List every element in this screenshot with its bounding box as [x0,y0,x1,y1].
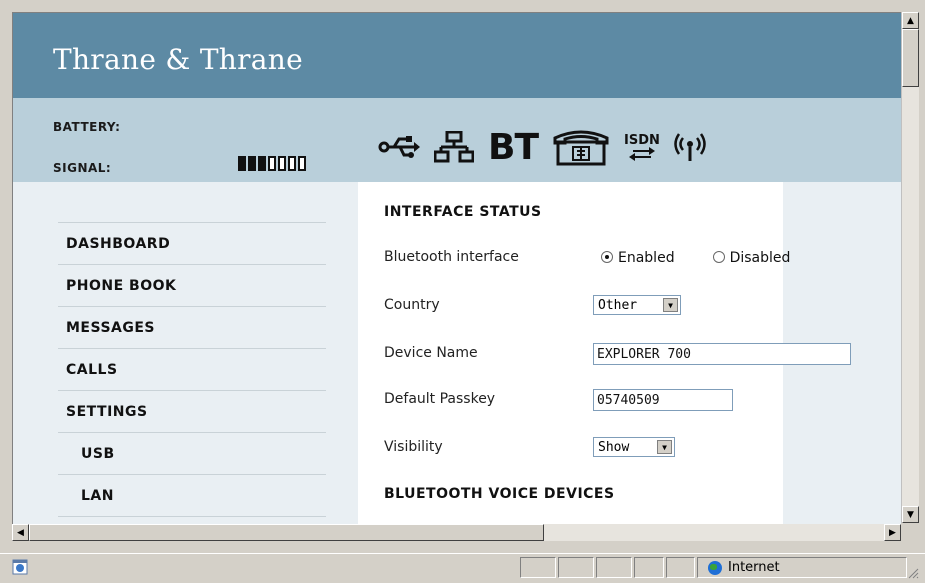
nav-item-label: USB [81,445,115,462]
wlan-icon [674,131,706,163]
nav-item-label: DASHBOARD [66,235,171,252]
vertical-scroll-thumb[interactable] [902,29,919,87]
web-page: Thrane & Thrane BATTERY: SIGNAL: BT ISDN… [13,13,901,524]
nav-item-calls[interactable]: CALLS [58,348,326,390]
nav-item-settings[interactable]: SETTINGS [58,390,326,432]
usb-icon [378,134,420,160]
battery-label: BATTERY: [53,120,121,134]
chevron-down-icon: ▼ [663,298,678,312]
signal-bar [268,156,276,171]
page-icon [12,559,28,575]
zone-label: Internet [728,560,780,575]
signal-bar [248,156,256,171]
status-cell [634,557,664,578]
content-area: DASHBOARD PHONE BOOK MESSAGES CALLS SETT… [13,182,901,524]
horizontal-scroll-thumb[interactable] [29,524,544,541]
disabled-radio[interactable]: Disabled [712,250,791,266]
passkey-field[interactable]: 05740509 [593,389,733,411]
lan-icon [434,131,474,163]
device-name-field[interactable]: EXPLORER 700 [593,343,851,365]
browser-window: Thrane & Thrane BATTERY: SIGNAL: BT ISDN… [0,0,925,583]
status-cell [596,557,632,578]
header-banner: Thrane & Thrane [13,13,901,98]
enabled-radio[interactable]: Enabled [601,250,675,266]
scroll-right-icon[interactable]: ▶ [884,524,901,541]
nav-item-label: SETTINGS [66,403,148,420]
signal-bar [258,156,266,171]
signal-bar [298,156,306,171]
bluetooth-interface-label: Bluetooth interface [384,249,519,265]
radio-dot [601,251,613,263]
status-bar-panel: BATTERY: SIGNAL: BT ISDN [13,98,901,182]
nav-item-dashboard[interactable]: DASHBOARD [58,222,326,264]
signal-label: SIGNAL: [53,161,112,175]
sidebar-nav: DASHBOARD PHONE BOOK MESSAGES CALLS SETT… [58,222,326,518]
nav-item-label: CALLS [66,361,118,378]
security-zone: Internet [697,557,907,578]
nav-item-phone-book[interactable]: PHONE BOOK [58,264,326,306]
bluetooth-icon: BT [488,126,539,168]
country-value: Other [598,297,638,313]
signal-meter [238,156,306,171]
scroll-up-icon[interactable]: ▲ [902,12,919,29]
scroll-down-icon[interactable]: ▼ [902,506,919,523]
nav-item-messages[interactable]: MESSAGES [58,306,326,348]
status-cell [558,557,594,578]
device-name-label: Device Name [384,345,478,361]
signal-bar [288,156,296,171]
nav-item-label: PHONE BOOK [66,277,177,294]
bluetooth-voice-devices-title: BLUETOOTH VOICE DEVICES [384,486,615,502]
isdn-icon-label: ISDN [624,132,660,148]
phone-icon [552,128,610,166]
visibility-select[interactable]: Show ▼ [593,437,675,457]
isdn-icon: ISDN [624,134,660,161]
horizontal-scrollbar[interactable]: ◀ ▶ [12,524,901,541]
nav-item-label: MESSAGES [66,319,156,336]
radio-dot [712,251,725,263]
disabled-label: Disabled [729,250,791,266]
nav-item-label: LAN [81,487,114,504]
nav-item-usb[interactable]: USB [58,432,326,474]
page-viewport: Thrane & Thrane BATTERY: SIGNAL: BT ISDN… [12,12,901,524]
interface-status-title: INTERFACE STATUS [384,204,542,220]
status-cell [520,557,556,578]
default-passkey-label: Default Passkey [384,391,496,407]
globe-icon [708,560,722,575]
status-cell [666,557,695,578]
scroll-left-icon[interactable]: ◀ [12,524,29,541]
chevron-down-icon: ▼ [657,440,672,454]
country-label: Country [384,297,440,313]
vertical-scrollbar[interactable]: ▲ ▼ [901,12,919,523]
interface-icons: BT ISDN [378,122,720,172]
resize-grip-icon[interactable] [907,567,919,579]
browser-status-bar: Internet [0,553,925,583]
bluetooth-radio-group: Enabled Disabled [601,250,790,266]
brand-logo: Thrane & Thrane [53,43,304,76]
enabled-label: Enabled [618,250,675,266]
signal-bar [278,156,286,171]
nav-item-lan[interactable]: LAN [58,474,326,516]
country-select[interactable]: Other ▼ [593,295,681,315]
visibility-value: Show [598,439,630,455]
nav-divider [58,516,326,518]
signal-bar [238,156,246,171]
visibility-label: Visibility [384,439,443,455]
